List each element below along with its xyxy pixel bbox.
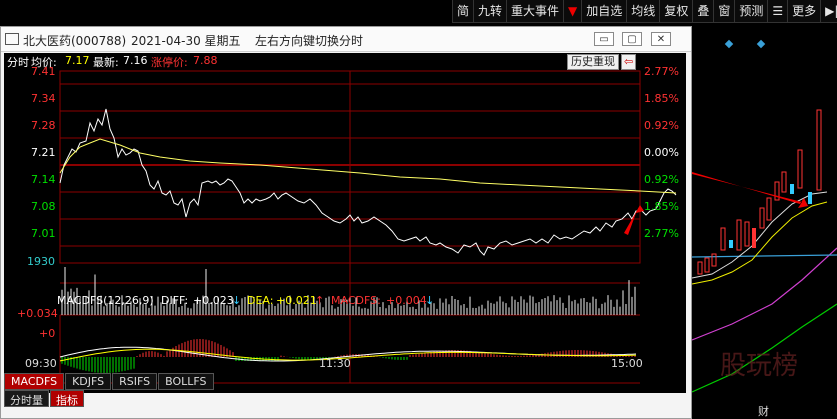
macd-dea-label: DEA: bbox=[247, 294, 274, 307]
tab-kdjfs[interactable]: KDJFS bbox=[65, 373, 112, 390]
price-tick: 7.34 bbox=[31, 92, 56, 105]
macd-macd-value: +0.004 bbox=[386, 294, 427, 307]
candle bbox=[790, 184, 794, 194]
macd-y-zero: +0 bbox=[39, 327, 56, 340]
avg-price-value: 7.17 bbox=[65, 54, 90, 67]
tab-volume[interactable]: 分时量 bbox=[4, 390, 49, 407]
toolbar-item-1[interactable]: 九转 bbox=[473, 0, 506, 22]
price-tick: 7.08 bbox=[31, 200, 56, 213]
intraday-chart bbox=[4, 53, 686, 393]
up-arrow-icon: ↑ bbox=[315, 294, 325, 307]
toolbar-item-9[interactable]: 预测 bbox=[734, 0, 767, 22]
limit-price-value: 7.88 bbox=[193, 54, 218, 67]
fenshi-label: 分时 bbox=[7, 56, 29, 69]
toolbar-item-5[interactable]: 均线 bbox=[626, 0, 659, 22]
axis-glyph: 财 bbox=[758, 404, 769, 418]
toolbar-item-3[interactable]: ▼ bbox=[563, 0, 581, 22]
toolbar-item-11[interactable]: 更多 bbox=[787, 0, 820, 22]
tab-indicator[interactable]: 指标 bbox=[50, 390, 84, 407]
toolbar-item-8[interactable]: 窗 bbox=[713, 0, 734, 22]
pct-tick: 0.92% bbox=[644, 173, 679, 186]
price-tick: 7.41 bbox=[31, 65, 56, 78]
candle bbox=[729, 240, 733, 248]
time-tick: 09:30 bbox=[25, 357, 57, 370]
price-tick: 7.01 bbox=[31, 227, 56, 240]
candle bbox=[752, 228, 756, 248]
toolbar-item-0[interactable]: 简 bbox=[452, 0, 473, 22]
watermark: 股玩榜 bbox=[720, 351, 798, 381]
time-tick: 15:00 bbox=[611, 357, 643, 370]
down-arrow-icon: ↓ bbox=[425, 294, 435, 307]
pct-tick: 2.77% bbox=[644, 65, 679, 78]
pct-tick: 1.85% bbox=[644, 92, 679, 105]
toolbar-item-7[interactable]: 叠 bbox=[692, 0, 713, 22]
pct-tick: 2.77% bbox=[644, 227, 679, 240]
indicator-tabs: MACDFS KDJFS RSIFS BOLLFS bbox=[4, 373, 215, 390]
time-tick: 11:30 bbox=[319, 357, 351, 370]
stock-name-code: 北大医药(000788) bbox=[23, 34, 127, 48]
toolbar-item-12[interactable]: ▶| bbox=[820, 0, 837, 22]
background-kline-chart: 股玩榜 财 bbox=[692, 22, 837, 419]
maximize-button[interactable]: ▢ bbox=[622, 32, 642, 46]
latest-price-label: 最新: bbox=[93, 56, 119, 69]
latest-price-value: 7.16 bbox=[123, 54, 148, 67]
toolbar-item-2[interactable]: 重大事件 bbox=[506, 0, 563, 22]
date-label: 2021-04-30 星期五 bbox=[131, 34, 241, 48]
back-arrow-icon[interactable]: ⇦ bbox=[621, 54, 637, 70]
chart-background bbox=[4, 53, 686, 393]
toolbar-item-10[interactable]: ☰ bbox=[767, 0, 787, 22]
pct-tick: 1.85% bbox=[644, 200, 679, 213]
pct-tick: 0.92% bbox=[644, 119, 679, 132]
tab-bollfs[interactable]: BOLLFS bbox=[158, 373, 214, 390]
close-button[interactable]: ✕ bbox=[651, 32, 671, 46]
window-titlebar[interactable]: 北大医药(000788) 2021-04-30 星期五 左右方向键切换分时 ▭ … bbox=[1, 27, 691, 52]
toolbar-item-4[interactable]: 加自选 bbox=[581, 0, 626, 22]
intraday-popup-window: 北大医药(000788) 2021-04-30 星期五 左右方向键切换分时 ▭ … bbox=[0, 26, 692, 419]
pct-tick: 0.00% bbox=[644, 146, 679, 159]
macd-macd-label: MACDFS: bbox=[331, 294, 381, 307]
bottom-tabs: 分时量 指标 bbox=[4, 390, 85, 407]
macd-dea-value: +0.021 bbox=[276, 294, 317, 307]
volume-max-label: 1930 bbox=[27, 255, 55, 268]
limit-price-label: 涨停价: bbox=[151, 56, 188, 69]
top-toolbar: 简九转重大事件▼加自选均线复权叠窗预测☰更多▶|▼ bbox=[452, 0, 837, 23]
window-icon bbox=[5, 33, 19, 45]
history-replay-button[interactable]: 历史重现 bbox=[567, 54, 619, 70]
tab-rsifs[interactable]: RSIFS bbox=[112, 373, 158, 390]
tab-macdfs[interactable]: MACDFS bbox=[4, 373, 65, 390]
minimize-button[interactable]: ▭ bbox=[594, 32, 614, 46]
price-tick: 7.14 bbox=[31, 173, 56, 186]
macd-diff-value: +0.023 bbox=[193, 294, 234, 307]
price-tick: 7.21 bbox=[31, 146, 56, 159]
price-tick: 7.28 bbox=[31, 119, 56, 132]
macd-y-top: +0.034 bbox=[17, 307, 58, 320]
macd-diff-label: DIFF: bbox=[161, 294, 189, 307]
macd-title: MACDFS(12,26,9) bbox=[57, 294, 154, 307]
down-arrow-icon: ↓ bbox=[232, 294, 242, 307]
candle bbox=[808, 192, 812, 204]
toolbar-item-6[interactable]: 复权 bbox=[659, 0, 692, 22]
hint-label: 左右方向键切换分时 bbox=[255, 34, 364, 48]
